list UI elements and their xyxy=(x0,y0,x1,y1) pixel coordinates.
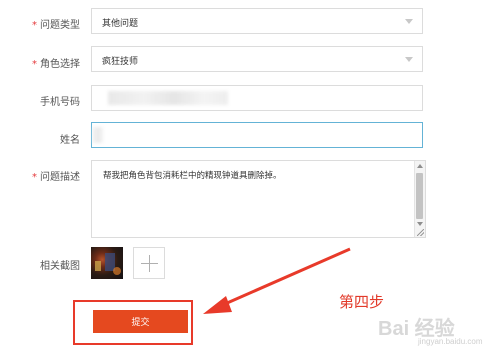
annotation-arrow-icon xyxy=(203,247,351,314)
baidu-watermark-url: jingyan.baidu.com xyxy=(418,337,483,346)
step-annotation: 第四步 xyxy=(339,293,385,311)
